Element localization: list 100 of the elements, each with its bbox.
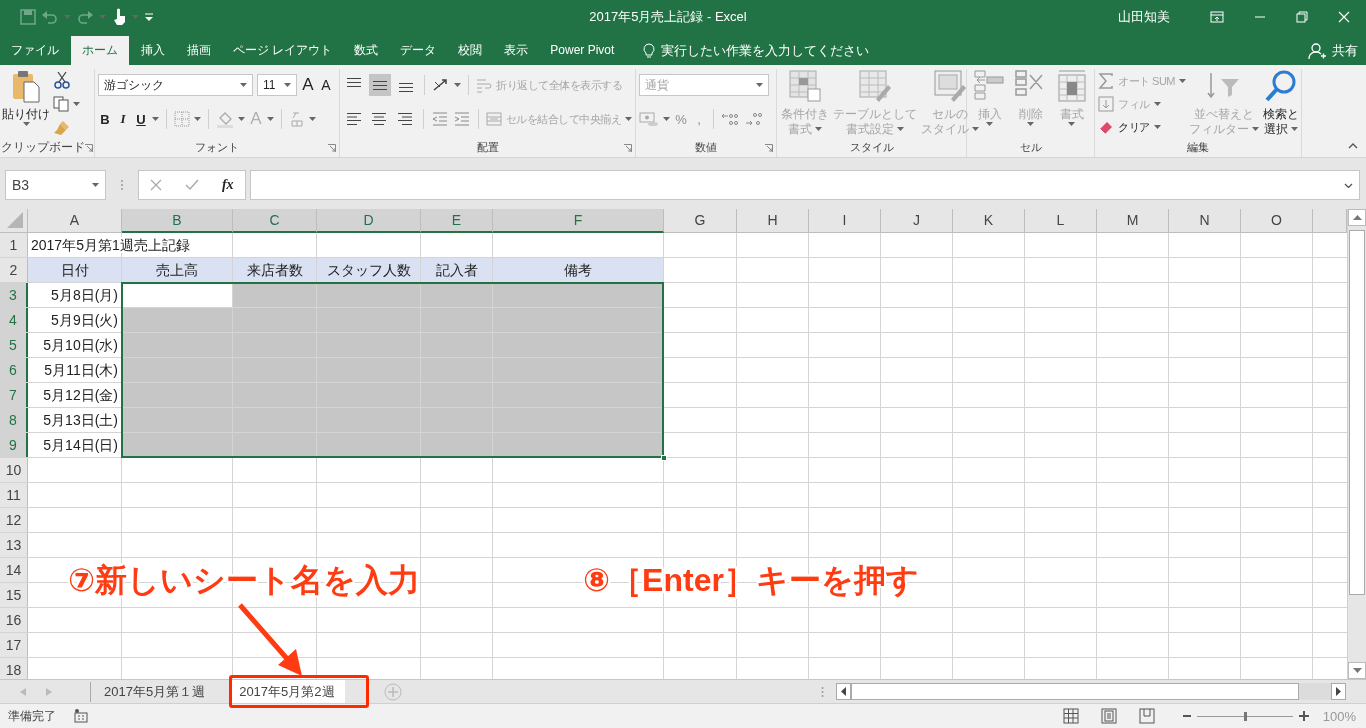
paintbrush-icon[interactable] [53,119,71,137]
check-icon[interactable] [185,179,200,191]
middle-align-button[interactable] [369,74,391,96]
zoom-in-icon[interactable] [1298,711,1309,721]
ribbon-display-icon[interactable] [1210,10,1224,23]
scroll-up-icon[interactable] [1352,215,1362,220]
row-header[interactable]: 11 [0,483,28,507]
zoom-out-icon[interactable] [1182,712,1191,720]
ribbon-tab[interactable]: ファイル [0,36,70,65]
currency-icon[interactable] [639,111,659,127]
sheet-tab[interactable]: 2017年5月第１週 [94,680,216,703]
ribbon-tab[interactable]: 描画 [176,36,222,65]
row-header[interactable]: 3 [0,283,28,307]
find-select-button[interactable]: 検索と 選択 [1262,69,1300,136]
increase-indent-icon[interactable] [452,110,471,128]
paint-bucket-icon[interactable] [216,110,234,128]
row-header[interactable]: 5 [0,333,28,357]
column-header[interactable]: M [1097,209,1169,233]
row-header[interactable]: 13 [0,533,28,557]
paste-button[interactable]: 貼り付け [1,69,51,126]
sheet-tab[interactable]: 2017年5月第2週 [229,680,345,703]
row-header[interactable]: 12 [0,508,28,532]
bold-button[interactable]: B [98,111,112,127]
column-header[interactable]: D [317,209,421,233]
cancel-icon[interactable] [150,179,163,191]
dialog-launcher-icon[interactable] [765,144,773,152]
customize-icon[interactable] [144,11,154,22]
save-icon[interactable] [20,8,36,25]
column-header[interactable]: A [28,209,122,233]
underline-button[interactable]: U [134,111,148,127]
tell-me-field[interactable]: 実行したい作業を入力してください [661,41,870,60]
row-header[interactable]: 14 [0,558,28,582]
row-header[interactable]: 15 [0,583,28,607]
column-header[interactable]: H [737,209,809,233]
dialog-launcher-icon[interactable] [328,144,336,152]
font-size-field[interactable]: 11 [257,74,297,96]
undo-icon[interactable] [41,8,59,25]
share-button[interactable]: 共有 [1308,36,1358,65]
column-header[interactable]: O [1241,209,1313,233]
row-header[interactable]: 4 [0,308,28,332]
orientation-icon[interactable] [432,76,450,94]
grow-font-button[interactable]: A [301,75,315,95]
hand-icon[interactable] [111,7,127,26]
ribbon-tab[interactable]: 表示 [493,36,540,65]
scroll-thumb[interactable] [851,683,1299,700]
scissors-icon[interactable] [53,71,71,89]
fill-handle[interactable] [661,455,667,461]
ribbon-tab[interactable]: 数式 [343,36,390,65]
font-name-field[interactable]: 游ゴシック [98,74,253,96]
expand-icon[interactable] [1344,182,1353,188]
row-header[interactable]: 10 [0,458,28,482]
close-icon[interactable] [1338,10,1350,23]
column-header[interactable]: C [233,209,317,233]
redo-icon[interactable] [76,8,94,25]
row-header[interactable]: 17 [0,633,28,657]
insert-function-button[interactable]: fx [221,177,234,193]
row-header[interactable]: 6 [0,358,28,382]
normal-view-icon[interactable] [1062,708,1079,724]
row-header[interactable]: 18 [0,658,28,679]
row-header[interactable]: 7 [0,383,28,407]
formula-input[interactable] [250,170,1360,200]
column-header[interactable]: B [122,209,233,233]
ribbon-tab[interactable]: ホーム [71,36,129,65]
increase-decimal-icon[interactable] [721,111,741,127]
lightbulb-icon[interactable] [643,42,656,59]
decrease-decimal-icon[interactable] [745,111,765,127]
row-header[interactable]: 16 [0,608,28,632]
clear-button[interactable]: クリア [1098,117,1186,137]
comma-button[interactable]: , [692,111,706,127]
column-header[interactable]: K [953,209,1025,233]
ribbon-tab[interactable]: データ [389,36,448,65]
percent-button[interactable]: % [674,111,688,127]
row-header[interactable]: 8 [0,408,28,432]
row-header[interactable]: 9 [0,433,28,457]
scroll-left-icon[interactable] [841,687,846,696]
shrink-font-button[interactable]: A [319,77,333,93]
column-header[interactable]: G [664,209,737,233]
restore-icon[interactable] [1296,10,1308,23]
ribbon-tab[interactable]: ページ レイアウト [222,36,344,65]
row-header[interactable]: 1 [0,233,28,257]
italic-button[interactable]: I [116,111,130,127]
column-header[interactable]: N [1169,209,1241,233]
column-header[interactable]: I [809,209,881,233]
zoom-slider[interactable] [1243,711,1247,721]
column-header[interactable]: J [881,209,953,233]
scroll-right-icon[interactable] [1336,687,1341,696]
row-header[interactable]: 2 [0,258,28,282]
ribbon-tab[interactable]: 挿入 [130,36,176,65]
collapse-ribbon-icon[interactable] [1348,143,1358,149]
column-header[interactable]: E [421,209,493,233]
macro-record-icon[interactable] [74,709,88,723]
dialog-launcher-icon[interactable] [85,144,93,152]
column-header[interactable]: L [1025,209,1097,233]
name-box[interactable]: B3 [5,170,106,200]
copy-button[interactable] [53,94,80,114]
page-layout-view-icon[interactable] [1100,708,1117,724]
dialog-launcher-icon[interactable] [624,144,632,152]
scroll-thumb[interactable] [1349,230,1365,595]
ribbon-tab[interactable]: Power Pivot [539,36,626,65]
scroll-down-icon[interactable] [1352,668,1362,673]
